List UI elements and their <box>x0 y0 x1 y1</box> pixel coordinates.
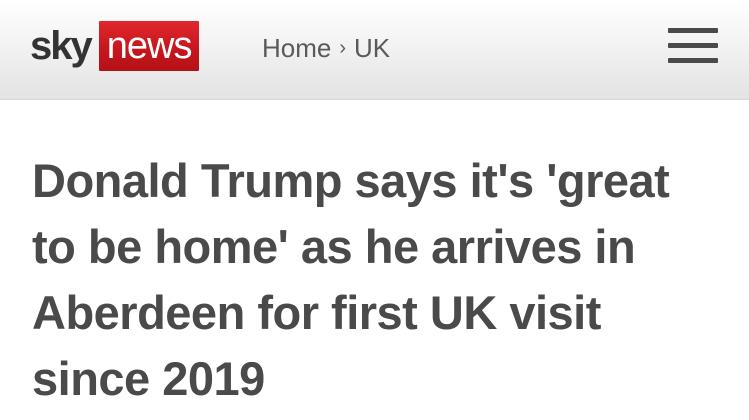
hamburger-menu-icon[interactable] <box>668 28 718 64</box>
logo-sky-text: sky <box>30 24 93 68</box>
breadcrumb-uk-link[interactable]: UK <box>354 33 390 64</box>
menu-bar <box>668 28 718 33</box>
site-header: sky news Home › UK <box>0 0 749 100</box>
breadcrumb: Home › UK <box>262 30 390 66</box>
logo-news-text: news <box>98 21 200 71</box>
sky-news-logo[interactable]: sky news <box>30 20 200 72</box>
menu-bar <box>668 43 718 48</box>
article-headline: Donald Trump says it's 'great to be home… <box>32 154 670 405</box>
menu-bar <box>668 58 718 63</box>
breadcrumb-separator-icon: › <box>339 36 347 59</box>
breadcrumb-home-link[interactable]: Home <box>262 33 331 64</box>
